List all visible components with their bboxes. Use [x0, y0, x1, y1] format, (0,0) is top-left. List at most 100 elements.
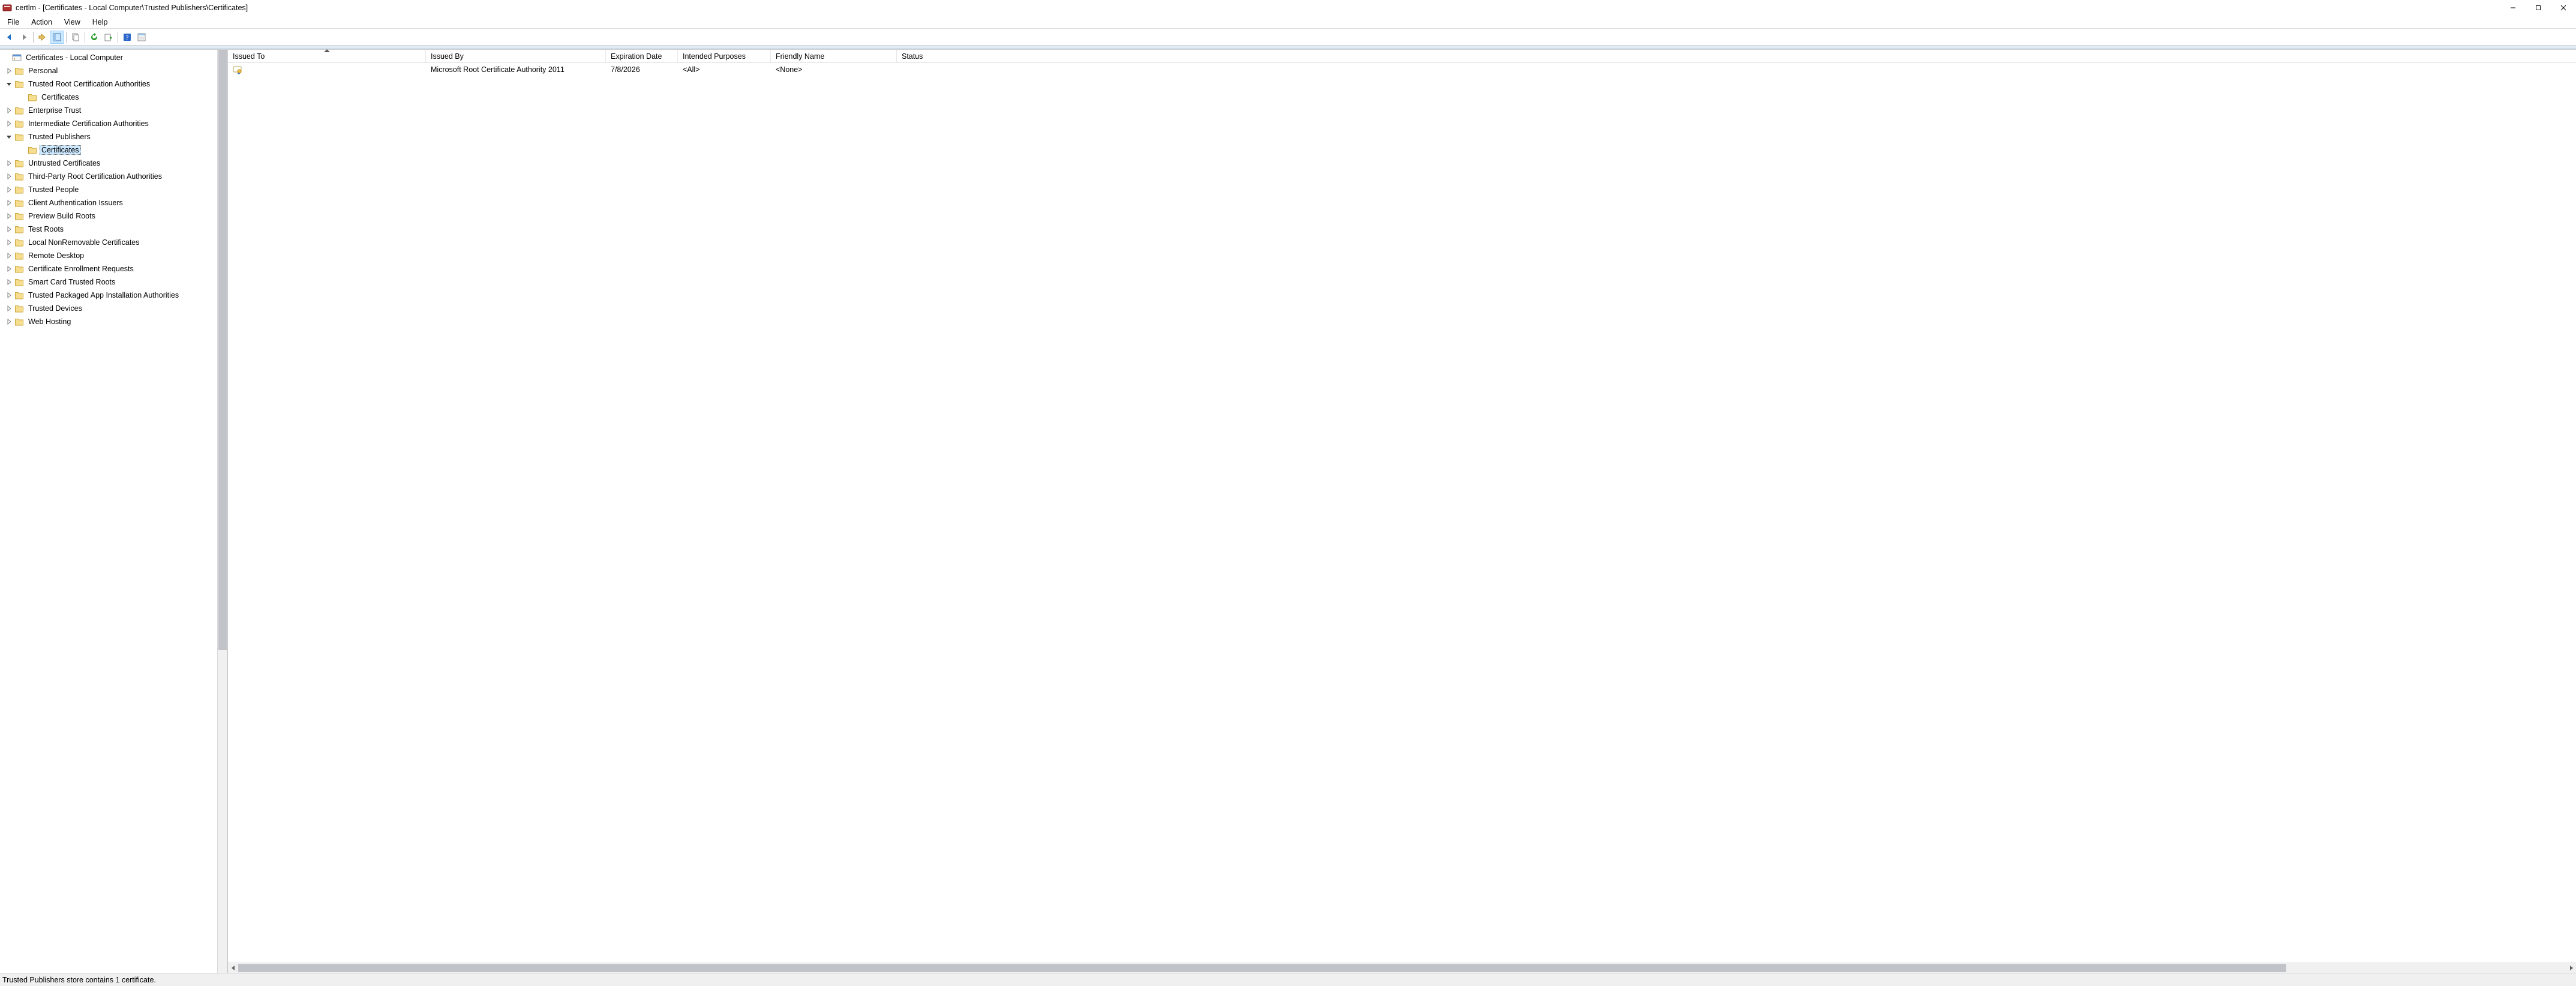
menu-help[interactable]: Help	[86, 16, 114, 28]
tree-node[interactable]: Test Roots	[0, 223, 217, 236]
tree-label: Remote Desktop	[26, 251, 86, 260]
folder-icon	[14, 172, 24, 181]
expand-collapse-icon[interactable]	[5, 251, 13, 260]
expand-collapse-icon[interactable]	[5, 199, 13, 207]
status-text: Trusted Publishers store contains 1 cert…	[2, 976, 156, 984]
column-intended-purposes[interactable]: Intended Purposes	[678, 50, 771, 62]
back-button[interactable]	[2, 31, 17, 44]
close-button[interactable]	[2551, 0, 2576, 16]
tree-node[interactable]: Preview Build Roots	[0, 209, 217, 223]
expand-collapse-icon[interactable]	[5, 291, 13, 299]
refresh-button[interactable]	[87, 31, 101, 44]
folder-icon	[14, 317, 24, 326]
tree-scroll[interactable]: Certificates - Local ComputerPersonalTru…	[0, 50, 217, 973]
up-button[interactable]	[35, 31, 50, 44]
tree-label: Certificate Enrollment Requests	[26, 264, 136, 274]
tree-node[interactable]: Smart Card Trusted Roots	[0, 275, 217, 289]
toolbar-separator	[66, 32, 67, 43]
expand-collapse-icon[interactable]	[5, 278, 13, 286]
folder-icon	[14, 66, 24, 76]
tree-scrollbar[interactable]	[217, 50, 227, 973]
tree-node[interactable]: Enterprise Trust	[0, 104, 217, 117]
menu-view[interactable]: View	[58, 16, 86, 28]
list-body[interactable]: Microsoft Root Certificate Authority 201…	[228, 63, 2576, 963]
properties-button[interactable]	[134, 31, 149, 44]
tree-node[interactable]: Intermediate Certification Authorities	[0, 117, 217, 130]
tree-node[interactable]: Client Authentication Issuers	[0, 196, 217, 209]
tree-label: Intermediate Certification Authorities	[26, 119, 151, 128]
menu-file[interactable]: File	[1, 16, 25, 28]
menu-bar: File Action View Help	[0, 16, 2576, 29]
menu-action[interactable]: Action	[25, 16, 58, 28]
column-status[interactable]: Status	[897, 50, 933, 62]
expand-collapse-icon[interactable]	[5, 172, 13, 181]
folder-icon	[14, 251, 24, 260]
list-header: Issued To Issued By Expiration Date Inte…	[228, 50, 2576, 63]
expand-collapse-icon[interactable]	[5, 133, 13, 141]
tree-node[interactable]: Remote Desktop	[0, 249, 217, 262]
expand-collapse-icon[interactable]	[5, 304, 13, 313]
expand-collapse-icon[interactable]	[5, 106, 13, 115]
scroll-right-button[interactable]	[2566, 963, 2576, 973]
cell-issued-to	[228, 65, 426, 74]
tree-root[interactable]: Certificates - Local Computer	[0, 51, 217, 64]
tree-label: Certificates	[40, 145, 81, 155]
tree-node[interactable]: Untrusted Certificates	[0, 157, 217, 170]
tree-node[interactable]: Trusted Root Certification Authorities	[0, 77, 217, 91]
folder-icon	[28, 92, 37, 102]
scroll-left-button[interactable]	[228, 963, 238, 973]
expand-collapse-icon[interactable]	[5, 238, 13, 247]
mmc-window: certlm - [Certificates - Local Computer\…	[0, 0, 2576, 986]
column-friendly-name[interactable]: Friendly Name	[771, 50, 897, 62]
horizontal-scrollbar[interactable]	[228, 963, 2576, 973]
show-hide-tree-button[interactable]	[50, 31, 64, 44]
tree-node[interactable]: Personal	[0, 64, 217, 77]
copy-button[interactable]	[68, 31, 83, 44]
export-list-button[interactable]	[101, 31, 116, 44]
forward-button[interactable]	[17, 31, 31, 44]
column-issued-by[interactable]: Issued By	[426, 50, 606, 62]
certificate-row[interactable]: Microsoft Root Certificate Authority 201…	[228, 63, 2576, 76]
expand-collapse-icon[interactable]	[5, 317, 13, 326]
tree-label: Trusted People	[26, 185, 80, 194]
tree-node[interactable]: Trusted Devices	[0, 302, 217, 315]
maximize-button[interactable]	[2526, 0, 2551, 16]
window-controls	[2500, 0, 2576, 16]
column-expiration-date[interactable]: Expiration Date	[606, 50, 678, 62]
help-button[interactable]: ?	[120, 31, 134, 44]
expand-collapse-icon[interactable]	[5, 265, 13, 273]
expand-collapse-icon[interactable]	[5, 159, 13, 167]
scroll-track[interactable]	[238, 963, 2566, 973]
tree-node[interactable]: Local NonRemovable Certificates	[0, 236, 217, 249]
main-area: Certificates - Local ComputerPersonalTru…	[0, 49, 2576, 973]
tree-node-child[interactable]: Certificates	[0, 91, 217, 104]
tree-label: Certificates	[40, 92, 81, 102]
expand-collapse-icon[interactable]	[5, 119, 13, 128]
svg-text:?: ?	[126, 34, 129, 41]
folder-icon	[14, 264, 24, 274]
tree-node-child[interactable]: Certificates	[0, 143, 217, 157]
status-bar: Trusted Publishers store contains 1 cert…	[0, 973, 2576, 986]
tree-label: Web Hosting	[26, 317, 73, 326]
minimize-button[interactable]	[2500, 0, 2526, 16]
tree-node[interactable]: Trusted Packaged App Installation Author…	[0, 289, 217, 302]
tree-node[interactable]: Web Hosting	[0, 315, 217, 328]
expand-collapse-icon[interactable]	[5, 80, 13, 88]
column-issued-to[interactable]: Issued To	[228, 50, 426, 62]
expand-collapse-icon[interactable]	[5, 225, 13, 233]
expand-collapse-icon[interactable]	[5, 185, 13, 194]
tree-label: Preview Build Roots	[26, 211, 97, 221]
tree-node[interactable]: Third-Party Root Certification Authoriti…	[0, 170, 217, 183]
tree-node[interactable]: Trusted People	[0, 183, 217, 196]
expand-collapse-icon[interactable]	[5, 67, 13, 75]
folder-icon	[14, 185, 24, 194]
tree-node[interactable]: Trusted Publishers	[0, 130, 217, 143]
expand-collapse-icon[interactable]	[5, 212, 13, 220]
folder-icon	[14, 290, 24, 300]
scrollbar-thumb[interactable]	[238, 964, 2286, 972]
tree-node[interactable]: Certificate Enrollment Requests	[0, 262, 217, 275]
toolbar: ?	[0, 29, 2576, 46]
folder-icon	[14, 277, 24, 287]
folder-icon	[14, 211, 24, 221]
scrollbar-thumb[interactable]	[218, 50, 227, 650]
